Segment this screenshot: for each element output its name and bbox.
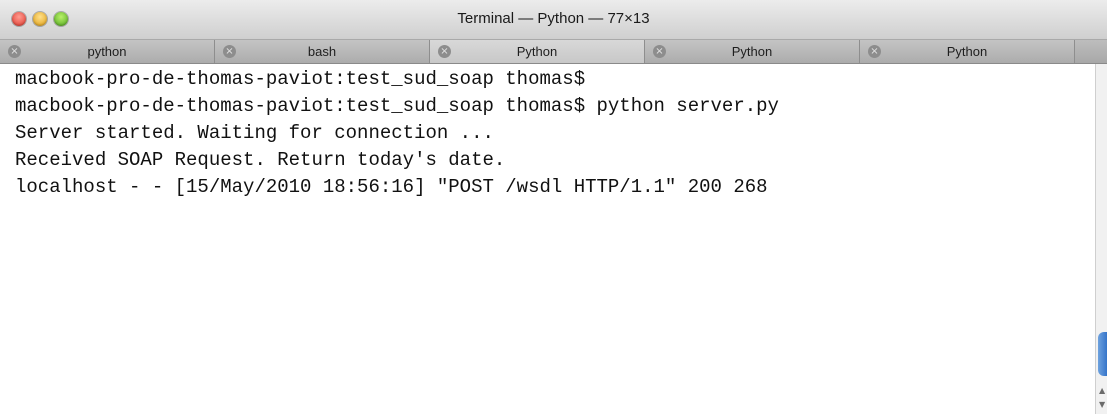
terminal-output[interactable]: macbook-pro-de-thomas-paviot:test_sud_so… bbox=[0, 64, 1095, 414]
scroll-down-arrow-icon[interactable]: ▼ bbox=[1099, 400, 1106, 410]
tab-label: Python bbox=[516, 44, 558, 59]
window-title: Terminal — Python — 77×13 bbox=[457, 10, 650, 27]
vertical-scrollbar[interactable]: ▲ ▼ bbox=[1095, 64, 1107, 414]
terminal-line: localhost - - [15/May/2010 18:56:16] "PO… bbox=[15, 176, 768, 198]
terminal-line: Server started. Waiting for connection .… bbox=[15, 122, 494, 144]
terminal-line: macbook-pro-de-thomas-paviot:test_sud_so… bbox=[15, 68, 586, 90]
tab-python[interactable]: × Python bbox=[645, 40, 860, 63]
terminal-window: Terminal — Python — 77×13 × python × bas… bbox=[0, 0, 1107, 414]
tab-label: Python bbox=[946, 44, 988, 59]
tab-label: Python bbox=[731, 44, 773, 59]
tab-bar: × python × bash × Python × Python × Pyth… bbox=[0, 40, 1107, 64]
title-bar[interactable]: Terminal — Python — 77×13 bbox=[0, 0, 1107, 40]
scroll-thumb[interactable] bbox=[1098, 332, 1107, 376]
tab-python[interactable]: × Python bbox=[860, 40, 1075, 63]
tab-bash[interactable]: × bash bbox=[215, 40, 430, 63]
tab-label: python bbox=[87, 44, 127, 59]
tab-label: bash bbox=[307, 44, 337, 59]
terminal-line: Received SOAP Request. Return today's da… bbox=[15, 149, 506, 171]
tab-python-selected[interactable]: × Python bbox=[430, 40, 645, 63]
terminal-line: macbook-pro-de-thomas-paviot:test_sud_so… bbox=[15, 95, 779, 117]
scroll-up-arrow-icon[interactable]: ▲ bbox=[1099, 386, 1106, 396]
tab-python[interactable]: × python bbox=[0, 40, 215, 63]
